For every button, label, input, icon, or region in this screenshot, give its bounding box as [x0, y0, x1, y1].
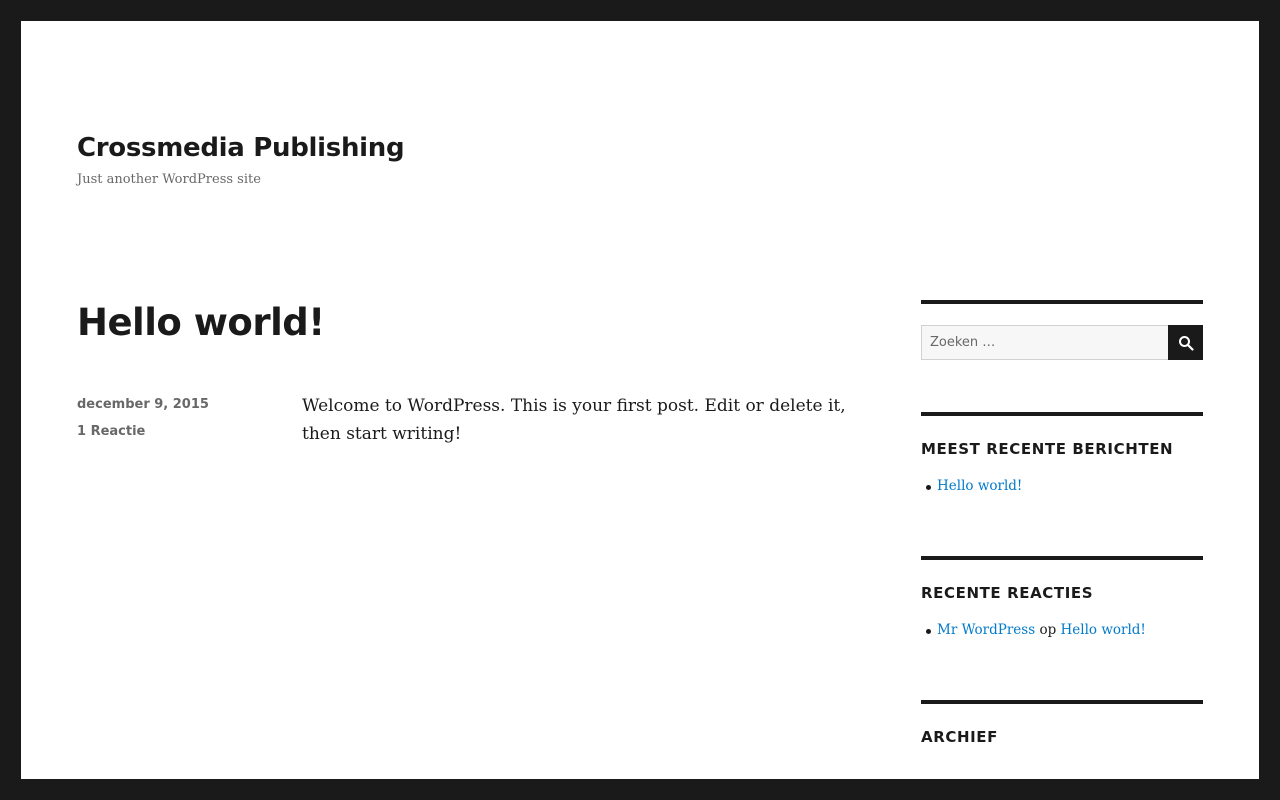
recent-posts-list: Hello world!: [921, 478, 1203, 494]
post-title[interactable]: Hello world!: [77, 301, 325, 344]
comment-connector: op: [1039, 622, 1057, 638]
list-item: Mr WordPress op Hello world!: [921, 622, 1203, 638]
site-title[interactable]: Crossmedia Publishing: [77, 133, 405, 163]
post-meta: december 9, 2015 1 Reactie: [77, 397, 209, 439]
recent-comments-widget: RECENTE REACTIES Mr WordPress op Hello w…: [921, 556, 1203, 700]
archive-widget: ARCHIEF: [921, 700, 1203, 746]
search-icon: [1178, 335, 1194, 351]
comment-post-link[interactable]: Hello world!: [1061, 622, 1146, 638]
post-date-link[interactable]: december 9, 2015: [77, 397, 209, 412]
archive-title: ARCHIEF: [921, 728, 998, 746]
post-content: Welcome to WordPress. This is your first…: [302, 396, 846, 444]
sidebar: MEEST RECENTE BERICHTEN Hello world! REC…: [921, 300, 1203, 746]
search-form: [921, 325, 1203, 360]
site-description: Just another WordPress site: [77, 172, 261, 187]
post-comments-link[interactable]: 1 Reactie: [77, 424, 209, 439]
search-input[interactable]: [921, 325, 1168, 360]
recent-posts-widget: MEEST RECENTE BERICHTEN Hello world!: [921, 412, 1203, 556]
comment-author-link[interactable]: Mr WordPress: [937, 622, 1035, 638]
recent-posts-title: MEEST RECENTE BERICHTEN: [921, 440, 1174, 458]
recent-comments-list: Mr WordPress op Hello world!: [921, 622, 1203, 638]
list-item: Hello world!: [921, 478, 1203, 494]
recent-comments-title: RECENTE REACTIES: [921, 584, 1094, 602]
page: Crossmedia Publishing Just another WordP…: [21, 21, 1259, 779]
search-button[interactable]: [1168, 325, 1203, 360]
search-widget: [921, 300, 1203, 412]
recent-post-link[interactable]: Hello world!: [937, 478, 1022, 494]
